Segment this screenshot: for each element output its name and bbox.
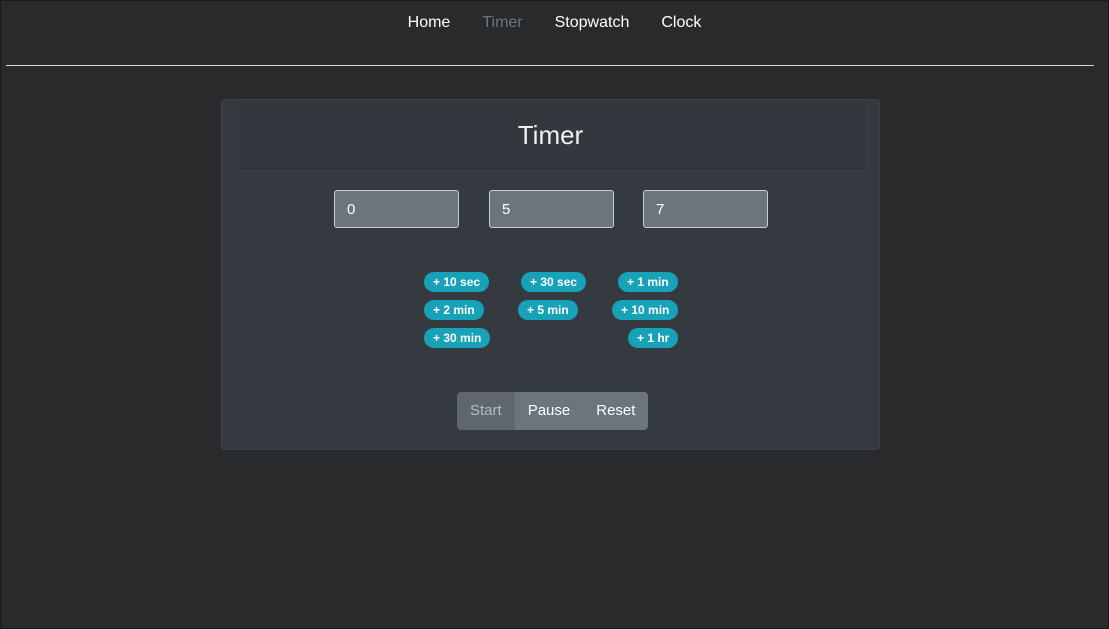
hours-input[interactable] — [334, 190, 459, 228]
add-30-min-button[interactable]: + 30 min — [424, 328, 491, 348]
timer-title: Timer — [517, 119, 584, 150]
add-30-sec-button[interactable]: + 30 sec — [521, 272, 587, 292]
nav-stopwatch-link[interactable]: Stopwatch — [555, 14, 630, 32]
start-button[interactable]: Start — [457, 392, 515, 430]
add-1-min-button[interactable]: + 1 min — [618, 272, 678, 292]
add-10-sec-button[interactable]: + 10 sec — [424, 272, 490, 292]
add-2-min-button[interactable]: + 2 min — [424, 300, 484, 320]
add-5-min-button[interactable]: + 5 min — [518, 300, 578, 320]
timer-card: Timer + 10 sec + 30 sec + 1 min + 2 min … — [221, 99, 880, 450]
top-navbar: Home Timer Stopwatch Clock — [1, 1, 1108, 45]
nav-timer-link[interactable]: Timer — [482, 14, 522, 32]
add-10-min-button[interactable]: + 10 min — [612, 300, 679, 320]
reset-button[interactable]: Reset — [583, 392, 649, 430]
minutes-input[interactable] — [489, 190, 614, 228]
seconds-input[interactable] — [643, 190, 768, 228]
nav-clock-link[interactable]: Clock — [661, 14, 701, 32]
header-divider — [6, 65, 1094, 66]
nav-home-link[interactable]: Home — [408, 14, 451, 32]
pause-button[interactable]: Pause — [514, 392, 584, 430]
timer-controls: Start Pause Reset — [457, 392, 649, 430]
add-1-hr-button[interactable]: + 1 hr — [628, 328, 679, 348]
timer-card-header: Timer — [236, 100, 865, 169]
